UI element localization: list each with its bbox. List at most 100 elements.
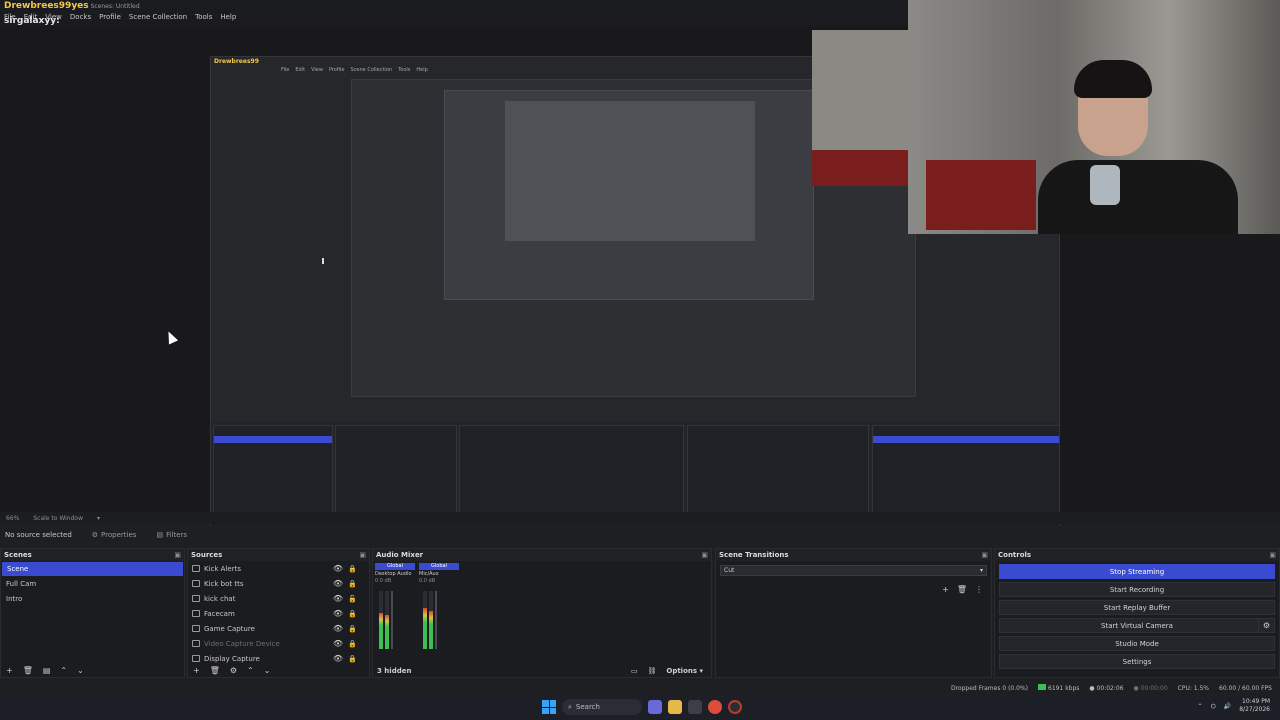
trash-icon[interactable]: 🗑 [210,666,220,675]
lock-icon[interactable]: 🔒 [348,655,357,663]
add-icon[interactable]: + [942,585,949,594]
trash-icon[interactable]: 🗑 [957,585,967,594]
unlock-icon[interactable]: 🔓 [348,595,357,603]
lock-icon[interactable]: 🔒 [348,610,357,618]
mixer-header: Audio Mixer ▣ [373,549,711,561]
source-item-video-capture-device[interactable]: Video Capture Device 👁 🔒 [188,636,369,651]
undock-icon[interactable]: ▣ [359,551,366,559]
start-virtual-camera-button[interactable]: Start Virtual Camera ⚙ [999,618,1275,633]
transition-select[interactable]: Cut ▾ [720,565,987,576]
start-replay-buffer-button[interactable]: Start Replay Buffer [999,600,1275,615]
eye-icon[interactable]: 👁 [333,654,343,663]
channel-name-desktop[interactable]: Desktop Audio [375,571,415,577]
link-icon[interactable]: ⛓ [647,667,656,675]
menu-help[interactable]: Help [220,13,236,21]
lock-icon[interactable]: 🔒 [348,640,357,648]
properties-button[interactable]: ⚙ Properties [92,531,137,539]
obs-icon[interactable] [728,700,742,714]
chat-reply: yes [71,1,89,11]
browser-source-icon [192,565,200,572]
move-up-icon[interactable]: ⌃ [60,666,67,675]
taskbar-clock[interactable]: 10:49 PM 8/27/2026 [1239,698,1270,714]
taskbar-search[interactable]: ⌕ Search [562,699,642,715]
source-item-game-capture[interactable]: Game Capture 👁 🔒 [188,621,369,636]
trash-icon[interactable]: 🗑 [23,666,33,675]
scene-item-intro[interactable]: Intro [1,592,184,606]
more-icon[interactable]: ⋮ [975,585,983,594]
eye-icon[interactable]: 👁 [333,564,343,573]
eye-icon[interactable]: 👁 [333,579,343,588]
volume-icon[interactable]: 🔊 [1224,703,1231,710]
scene-item-scene[interactable]: Scene [2,562,183,576]
eye-hidden-icon[interactable]: 👁 [333,639,343,648]
network-icon[interactable]: ⌬ [1211,703,1216,710]
source-item-facecam[interactable]: Facecam 👁 🔒 [188,606,369,621]
filters-button[interactable]: ▤ Filters [156,531,187,539]
stream-time: ● 00:02:06 [1089,684,1124,692]
task-view-icon[interactable] [688,700,702,714]
controls-header: Controls ▣ [995,549,1279,561]
scene-item-full-cam[interactable]: Full Cam [1,577,184,591]
add-icon[interactable]: + [193,666,200,675]
menu-profile[interactable]: Profile [99,13,121,21]
taskbar-center: ⌕ Search [542,699,742,715]
move-down-icon[interactable]: ⌄ [264,666,271,675]
move-up-icon[interactable]: ⌃ [247,666,254,675]
nested-mixer-panel [459,425,684,515]
menu-docks[interactable]: Docks [70,13,91,21]
volume-fader[interactable] [435,591,437,649]
undock-icon[interactable]: ▣ [174,551,181,559]
settings-button[interactable]: Settings [999,654,1275,669]
window-title: Drewbrees99yes Scenes: Untitled [4,1,140,11]
options-button[interactable]: Options ▾ [666,667,703,675]
volume-fader[interactable] [391,591,393,649]
sources-header: Sources ▣ [188,549,369,561]
menu-scene-collection[interactable]: Scene Collection [129,13,187,21]
lock-icon[interactable]: 🔒 [348,580,357,588]
zoom-mode[interactable]: Scale to Window [33,515,83,522]
mixer-scope-mic[interactable]: Global [419,563,459,570]
undock-icon[interactable]: ▣ [701,551,708,559]
copilot-icon[interactable] [648,700,662,714]
undock-icon[interactable]: ▣ [981,551,988,559]
lock-icon[interactable]: 🔒 [348,625,357,633]
lock-icon[interactable]: 🔒 [348,565,357,573]
channel-name-mic[interactable]: Mic/Aux [419,571,459,577]
gear-icon[interactable]: ⚙ [230,666,237,675]
eye-icon[interactable]: 👁 [333,609,343,618]
camera-source-icon [192,640,200,647]
nested-transitions-panel [687,425,869,515]
eye-icon[interactable]: 👁 [333,594,343,603]
zoom-level[interactable]: 66% [6,515,19,522]
record-time: ● 00:00:00 [1133,684,1168,692]
source-item-kick-bot-tts[interactable]: Kick bot tts 👁 🔒 [188,576,369,591]
windows-start-icon[interactable] [542,700,556,714]
cpu-usage: CPU: 1.5% [1177,684,1210,692]
layout-icon[interactable]: ▭ [631,667,638,675]
source-item-kick-chat[interactable]: kick chat 👁 🔓 [188,591,369,606]
move-down-icon[interactable]: ⌄ [77,666,84,675]
menu-tools[interactable]: Tools [195,13,212,21]
undock-icon[interactable]: ▣ [1269,551,1276,559]
chrome-icon[interactable] [708,700,722,714]
chevron-down-icon[interactable]: ▾ [97,515,100,522]
stop-streaming-button[interactable]: Stop Streaming [999,564,1275,579]
mixer-channel-names: Desktop Audio Mic/Aux [373,571,711,577]
nested-title: Drewbrees99 [214,58,259,65]
filter-icon[interactable]: ▤ [43,666,51,675]
properties-bar: No source selected ⚙ Properties ▤ Filter… [0,526,1280,544]
source-item-display-capture[interactable]: Display Capture 👁 🔒 [188,651,369,666]
monitor-icon [192,655,200,662]
studio-mode-button[interactable]: Studio Mode [999,636,1275,651]
eye-icon[interactable]: 👁 [333,624,343,633]
gear-icon[interactable]: ⚙ [1258,618,1275,633]
hidden-sources-count[interactable]: 3 hidden [377,667,411,675]
volume-meters [379,591,437,649]
add-icon[interactable]: + [6,666,13,675]
mixer-scope-desktop[interactable]: Global [375,563,415,570]
chevron-up-icon[interactable]: ⌃ [1197,703,1202,710]
start-recording-button[interactable]: Start Recording [999,582,1275,597]
meter-mic-aux [423,591,437,649]
source-item-kick-alerts[interactable]: Kick Alerts 👁 🔒 [188,561,369,576]
file-explorer-icon[interactable] [668,700,682,714]
